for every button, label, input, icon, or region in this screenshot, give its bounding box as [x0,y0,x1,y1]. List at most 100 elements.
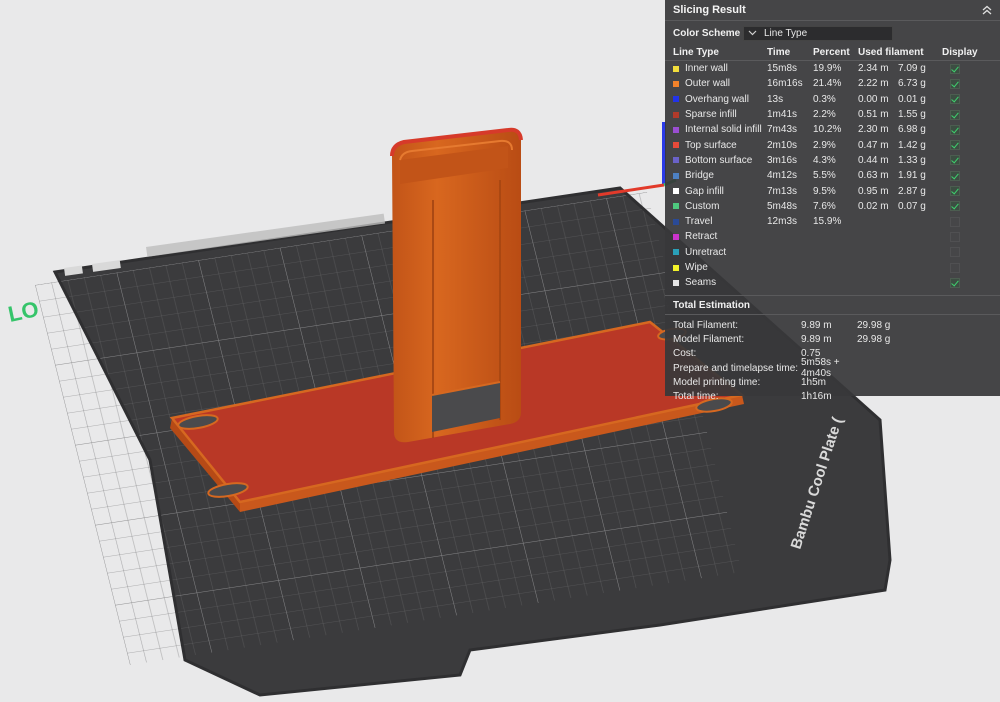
estimation-row: Total Filament: 9.89 m 29.98 g [665,318,1000,332]
chevron-down-icon [748,28,758,39]
color-scheme-value: Line Type [764,27,808,39]
display-cell [942,247,990,258]
table-row: Outer wall 16m16s 21.4% 2.22 m 6.73 g [665,76,1000,91]
display-cell [942,231,990,242]
color-swatch [673,126,679,133]
table-row: Bridge 4m12s 5.5% 0.63 m 1.91 g [665,168,1000,183]
length-cell: 0.51 m [858,109,889,121]
length-cell: 2.34 m [858,63,889,75]
model-tower[interactable] [390,127,523,443]
length-cell: 0.47 m [858,139,889,151]
display-checkbox[interactable] [950,140,960,151]
line-type-cell: Seams [673,277,767,288]
collapse-icon[interactable] [980,3,994,17]
display-cell [942,63,990,74]
column-header-line-type: Line Type [673,46,719,58]
color-scheme-label: Color Scheme [673,27,741,39]
display-cell [942,186,990,197]
length-cell: 0.00 m [858,93,889,105]
estimation-label: Model printing time: [673,376,761,388]
display-checkbox[interactable] [950,262,960,273]
color-swatch [673,172,679,179]
percent-cell: 7.6% [813,200,836,212]
weight-cell: 6.73 g [898,78,926,90]
color-scheme-dropdown[interactable]: Line Type [743,25,893,41]
color-swatch [673,157,679,164]
percent-cell: 19.9% [813,63,842,75]
line-type-cell: Inner wall [673,63,767,74]
estimation-label: Cost: [673,348,697,360]
color-swatch [673,264,679,271]
display-checkbox[interactable] [950,170,960,181]
time-cell: 7m43s [767,124,798,136]
line-type-label: Retract [685,231,718,243]
table-row: Overhang wall 13s 0.3% 0.00 m 0.01 g [665,92,1000,107]
percent-cell: 4.3% [813,154,836,166]
display-cell [942,262,990,273]
percent-cell: 10.2% [813,124,842,136]
line-type-cell: Retract [673,231,767,242]
length-cell: 0.95 m [858,185,889,197]
display-checkbox[interactable] [950,216,960,227]
line-type-label: Unretract [685,246,727,258]
display-cell [942,140,990,151]
table-row: Wipe [665,260,1000,275]
color-swatch [673,80,679,87]
display-checkbox[interactable] [950,63,960,74]
length-cell: 2.30 m [858,124,889,136]
column-header-percent: Percent [813,46,850,58]
color-swatch [673,142,679,149]
display-checkbox[interactable] [950,247,960,258]
display-cell [942,94,990,105]
estimation-row: Model printing time: 1h5m [665,375,1000,389]
line-type-cell: Custom [673,201,767,212]
display-checkbox[interactable] [950,155,960,166]
time-cell: 3m16s [767,154,798,166]
line-type-label: Overhang wall [685,93,749,105]
display-checkbox[interactable] [950,201,960,212]
time-cell: 4m12s [767,170,798,182]
time-cell: 2m10s [767,139,798,151]
percent-cell: 15.9% [813,216,842,228]
display-checkbox[interactable] [950,94,960,105]
color-swatch [673,249,679,256]
column-header-time: Time [767,46,791,58]
line-type-cell: Bridge [673,170,767,181]
display-checkbox[interactable] [950,78,960,89]
time-cell: 12m3s [767,216,798,228]
color-swatch [673,96,679,103]
line-type-label: Bottom surface [685,154,753,166]
estimation-value: 9.89 m [801,334,832,346]
weight-cell: 0.01 g [898,93,926,105]
line-type-label: Wipe [685,262,708,273]
display-checkbox[interactable] [950,186,960,197]
display-checkbox[interactable] [950,277,960,288]
color-swatch [673,203,679,210]
estimation-value-secondary: 29.98 g [857,334,891,346]
display-checkbox[interactable] [950,124,960,135]
display-cell [942,277,990,288]
weight-cell: 2.87 g [898,185,926,197]
estimation-value: 5m58s + 4m40s [801,357,840,380]
slicing-result-panel: Slicing Result Color Scheme Line Type Li… [665,0,1000,402]
estimation-row: Prepare and timelapse time: 5m58s + 4m40s [665,357,1000,379]
time-cell: 16m16s [767,78,803,90]
display-cell [942,109,990,120]
color-swatch [673,188,679,195]
line-type-cell: Gap infill [673,186,767,197]
estimation-label: Total Filament: [673,320,739,332]
percent-cell: 2.9% [813,139,836,151]
estimation-label: Model Filament: [673,334,745,346]
color-swatch [673,279,679,286]
display-checkbox[interactable] [950,109,960,120]
estimation-value-secondary: 29.98 g [857,320,891,332]
display-checkbox[interactable] [950,231,960,242]
display-cell [942,155,990,166]
line-type-table: Inner wall 15m8s 19.9% 2.34 m 7.09 g Outer wa… [665,61,1000,290]
line-type-label: Inner wall [685,63,728,75]
percent-cell: 5.5% [813,170,836,182]
line-type-cell: Outer wall [673,78,767,89]
line-type-label: Seams [685,277,717,289]
display-cell [942,78,990,89]
line-type-cell: Internal solid infill [673,124,767,135]
